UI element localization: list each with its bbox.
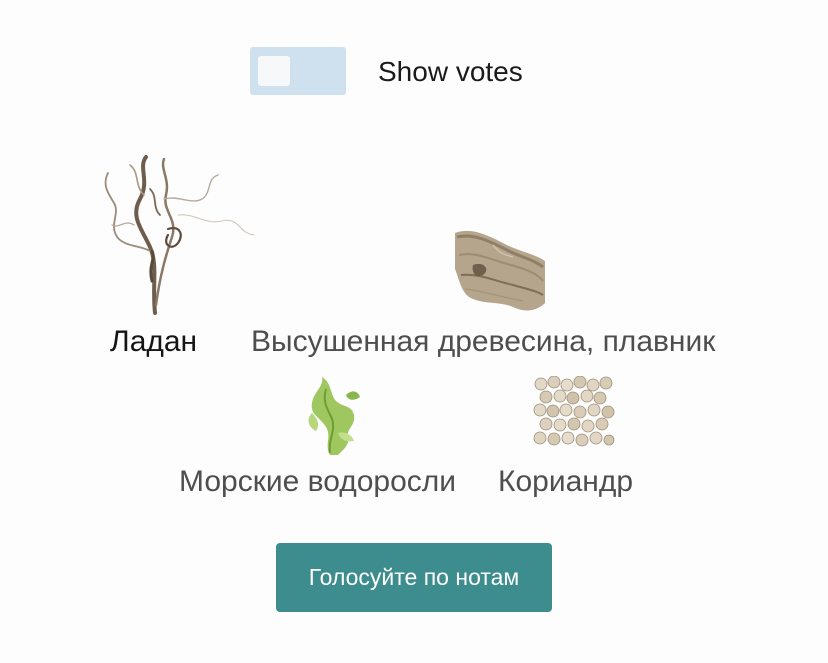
seaweed-icon xyxy=(308,377,360,455)
show-votes-label: Show votes xyxy=(378,56,523,87)
toggle-knob xyxy=(258,56,290,86)
vote-for-notes-button[interactable]: Голосуйте по нотам xyxy=(276,543,552,612)
smoke-icon xyxy=(104,155,255,315)
driftwood-icon xyxy=(455,230,545,311)
note-label: Морские водоросли xyxy=(179,465,457,498)
note-label: Высушенная древесина, плавник xyxy=(251,325,716,358)
show-votes-toggle[interactable] xyxy=(250,47,346,95)
coriander-seeds-icon xyxy=(533,376,615,447)
note-label: Кориандр xyxy=(498,465,634,498)
note-label: Ладан xyxy=(110,325,198,358)
